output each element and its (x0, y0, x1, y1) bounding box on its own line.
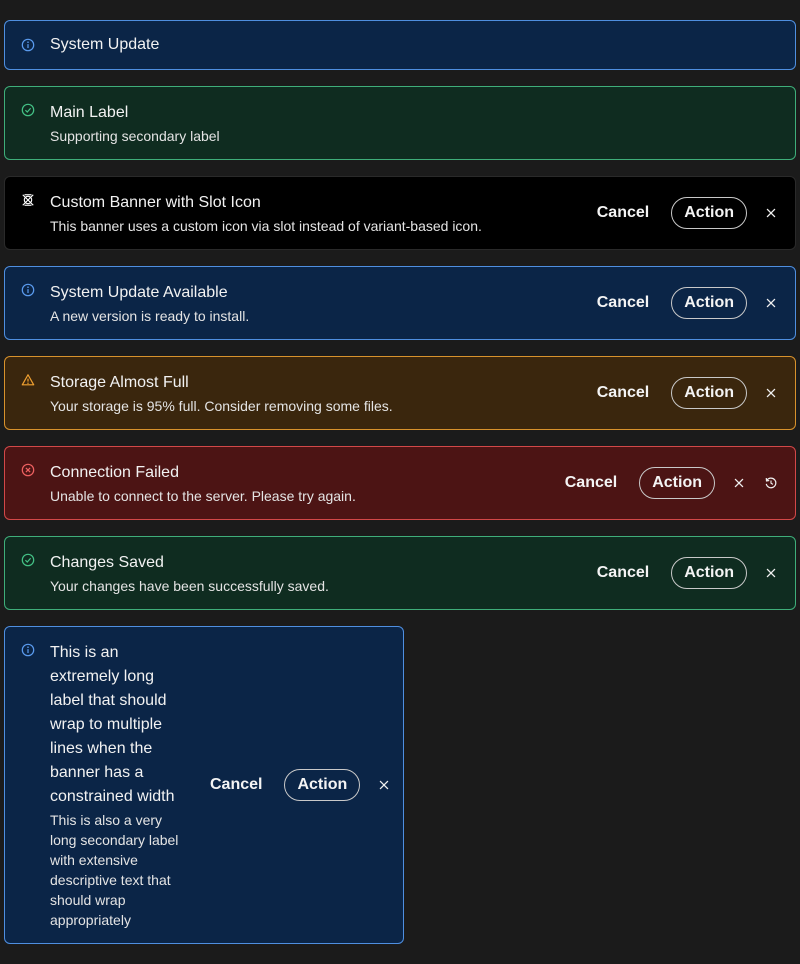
retry-icon (765, 477, 777, 489)
check-circle-icon (21, 103, 35, 117)
close-icon (766, 208, 776, 218)
close-button[interactable] (763, 205, 779, 221)
banner-icon-slot (21, 103, 50, 117)
banner-secondary-label: Supporting secondary label (50, 127, 220, 144)
banner-icon-slot (21, 283, 50, 297)
banner-icon-slot (21, 643, 50, 657)
banner-label: Custom Banner with Slot Icon (50, 193, 261, 211)
action-button[interactable]: Action (671, 377, 747, 409)
error-icon (21, 463, 35, 477)
banner-actions: Cancel Action (597, 197, 779, 229)
close-icon (734, 478, 744, 488)
banner-secondary-label: Your storage is 95% full. Consider remov… (50, 397, 393, 414)
banner-text: System Update (50, 33, 779, 57)
banner-secondary-label: Unable to connect to the server. Please … (50, 487, 356, 504)
banner-custom-slot: Custom Banner with Slot Icon This banner… (4, 176, 796, 250)
close-button[interactable] (763, 295, 779, 311)
banner-system-update: System Update (4, 20, 796, 70)
banner-long-label-constrained: This is an extremely long label that sho… (4, 626, 404, 944)
banner-icon-slot (21, 373, 50, 387)
info-icon (21, 643, 35, 657)
banner-text: Changes Saved Your changes have been suc… (50, 551, 597, 596)
warning-icon (21, 374, 35, 386)
banner-actions: Cancel Action (597, 557, 779, 589)
custom-slot-icon (22, 194, 34, 206)
banner-text: This is an extremely long label that sho… (50, 641, 190, 930)
close-icon (766, 298, 776, 308)
cancel-button[interactable]: Cancel (597, 384, 649, 402)
banner-label: Connection Failed (50, 463, 179, 481)
banner-actions: Cancel Action (565, 467, 779, 499)
banner-icon-slot (21, 553, 50, 567)
banner-text: System Update Available A new version is… (50, 281, 597, 326)
banner-label: Changes Saved (50, 553, 164, 571)
banner-secondary-label: This banner uses a custom icon via slot … (50, 217, 482, 234)
check-circle-icon (21, 553, 35, 567)
banner-actions: Cancel Action (597, 287, 779, 319)
action-button[interactable]: Action (671, 287, 747, 319)
close-button[interactable] (763, 385, 779, 401)
banner-label: System Update Available (50, 283, 228, 301)
close-icon (766, 568, 776, 578)
banner-main-label: Main Label Supporting secondary label (4, 86, 796, 160)
banner-secondary-label: A new version is ready to install. (50, 307, 250, 324)
cancel-button[interactable]: Cancel (597, 294, 649, 312)
close-icon (379, 780, 389, 790)
banner-label: This is an extremely long label that sho… (50, 643, 175, 805)
close-button[interactable] (763, 565, 779, 581)
action-button[interactable]: Action (671, 557, 747, 589)
banner-text: Storage Almost Full Your storage is 95% … (50, 371, 597, 416)
retry-button[interactable] (763, 475, 779, 491)
banner-text: Custom Banner with Slot Icon This banner… (50, 191, 597, 236)
banner-label: System Update (50, 36, 160, 53)
banner-secondary-label: Your changes have been successfully save… (50, 577, 329, 594)
cancel-button[interactable]: Cancel (597, 564, 649, 582)
banner-stack: System Update Main Label Supporting seco… (0, 0, 800, 964)
cancel-button[interactable]: Cancel (210, 776, 262, 794)
banner-storage-almost-full: Storage Almost Full Your storage is 95% … (4, 356, 796, 430)
banner-system-update-available: System Update Available A new version is… (4, 266, 796, 340)
info-icon (21, 38, 35, 52)
banner-connection-failed: Connection Failed Unable to connect to t… (4, 446, 796, 520)
close-button[interactable] (731, 475, 747, 491)
action-button[interactable]: Action (639, 467, 715, 499)
banner-actions: Cancel Action (210, 769, 392, 801)
banner-text: Main Label Supporting secondary label (50, 101, 779, 146)
action-button[interactable]: Action (284, 769, 361, 801)
banner-label: Main Label (50, 103, 129, 121)
banner-changes-saved: Changes Saved Your changes have been suc… (4, 536, 796, 610)
banner-text: Connection Failed Unable to connect to t… (50, 461, 565, 506)
banner-actions: Cancel Action (597, 377, 779, 409)
close-icon (766, 388, 776, 398)
banner-icon-slot (21, 193, 50, 207)
info-icon (21, 283, 35, 297)
banner-icon-slot (21, 38, 50, 52)
banner-icon-slot (21, 463, 50, 477)
cancel-button[interactable]: Cancel (565, 474, 617, 492)
action-button[interactable]: Action (671, 197, 747, 229)
banner-label: Storage Almost Full (50, 373, 189, 391)
banner-secondary-label: This is also a very long secondary label… (50, 811, 179, 928)
close-button[interactable] (376, 777, 392, 793)
cancel-button[interactable]: Cancel (597, 204, 649, 222)
